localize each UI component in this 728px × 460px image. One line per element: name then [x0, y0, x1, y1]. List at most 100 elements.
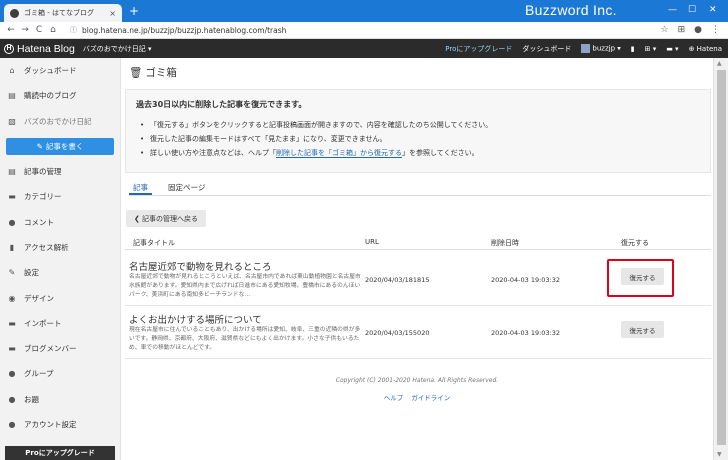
document-icon: ▤ — [8, 167, 16, 177]
table-header: 記事タイトル URL 削除日時 復元する — [125, 236, 711, 250]
tab-close-icon[interactable]: × — [109, 9, 116, 18]
notice-line: 「復元する」ボタンをクリックすると記事投稿画面が開きますので、内容を確認したのち… — [136, 118, 700, 132]
sidebar-item-members[interactable]: ▬ ブログメンバー — [0, 336, 120, 361]
article-title: 名古屋近郊で動物を見れるところ — [129, 262, 272, 273]
article-title: よくお出かけする場所について — [129, 315, 262, 326]
article-url: 2020/04/03/181815 — [365, 276, 430, 284]
tab-articles[interactable]: 記事 — [129, 180, 152, 195]
notice-line: 復元した記事の編集モードはすべて「見たまま」になり、変更できません。 — [136, 132, 700, 146]
brand-watermark: Buzzword Inc. — [525, 2, 617, 18]
sidebar-item-label: アクセス解析 — [24, 242, 69, 252]
sidebar-item-label: カテゴリー — [24, 192, 62, 202]
sidebar: ⌂ ダッシュボード ▤ 購読中のブログ ▧ バズのおでかけ日記 ✎ 記事を書く ▤ 記事の… — [0, 58, 121, 460]
url-field[interactable]: ⓘ blog.hatena.ne.jp/buzzjp/buzzjp.hatena… — [70, 25, 661, 35]
sidebar-item-label: 購読中のブログ — [24, 91, 77, 101]
home-icon: ⌂ — [9, 66, 15, 76]
url-text: blog.hatena.ne.jp/buzzjp/buzzjp.hatenabl… — [82, 25, 287, 35]
footer-link-help[interactable]: ヘルプ — [384, 392, 404, 402]
maximize-icon[interactable]: ☐ — [688, 5, 696, 15]
hatena-link[interactable]: ⊕ Hatena — [689, 45, 722, 53]
sidebar-item-label: バズのおでかけ日記 — [24, 116, 92, 126]
home-icon[interactable]: ⌂ — [46, 25, 60, 35]
content-tabs: 記事 固定ページ — [129, 180, 711, 196]
apps-icon[interactable]: ⊞ ▾ — [645, 45, 657, 53]
notice-heading: 過去30日以内に削除した記事を復元できます。 — [136, 100, 307, 109]
sidebar-item-topics[interactable]: ● お題 — [0, 387, 120, 412]
sidebar-item-import[interactable]: ▬ インポート — [0, 311, 120, 336]
close-window-icon[interactable]: ✕ — [709, 5, 717, 15]
list-icon: ▤ — [8, 91, 16, 101]
folder-icon: ▬ — [8, 192, 16, 202]
sidebar-item-label: 記事の管理 — [24, 167, 62, 177]
scroll-down-icon[interactable]: ▼ — [717, 451, 722, 458]
extension-icon[interactable]: ⊞ — [678, 25, 686, 35]
back-icon[interactable]: ← — [4, 25, 18, 35]
menu-icon[interactable]: ⋮ — [711, 25, 720, 35]
notice-box: 過去30日以内に削除した記事を復元できます。 「復元する」ボタンをクリックすると… — [125, 89, 711, 173]
message-icon[interactable]: ▬ ▾ — [666, 45, 678, 53]
browser-tab[interactable]: ゴミ箱 - はてなブログ × — [4, 4, 122, 22]
page-title: 🗑 ゴミ箱 — [129, 65, 177, 80]
dashboard-link[interactable]: ダッシュボード — [522, 44, 571, 54]
write-article-button[interactable]: ✎ 記事を書く — [6, 137, 114, 155]
copyright: Copyright (C) 2001-2020 Hatena. All Righ… — [335, 377, 499, 384]
table-row: よくお出かけする場所について 現在名古屋市に住んでいることもあり、出かける場所は… — [125, 307, 711, 359]
user-menu[interactable]: buzzjp ▾ — [581, 44, 621, 53]
footer-link-guidelines[interactable]: ガイドライン — [411, 392, 450, 402]
pro-upgrade-link[interactable]: Proにアップグレード — [445, 44, 512, 54]
sidebar-item-analytics[interactable]: ▮ アクセス解析 — [0, 235, 120, 260]
sidebar-item-account[interactable]: ● アカウント設定 — [0, 412, 120, 437]
minimize-icon[interactable]: — — [668, 5, 677, 15]
blog-icon: ▧ — [8, 116, 16, 126]
group-icon: ● — [8, 369, 16, 379]
reload-icon[interactable]: C — [32, 25, 46, 35]
restore-button[interactable]: 復元する — [621, 321, 664, 338]
notice-line: 詳しい使い方や注意点などは、ヘルプ「削除した記事を「ゴミ箱」から復元する」を参照… — [136, 146, 700, 160]
bookmark-icon[interactable]: ▮ — [631, 45, 635, 53]
column-restore: 復元する — [621, 239, 649, 247]
article-excerpt: 名古屋近郊で動物が見れるところといえば、名古屋市内であれば東山動植物園と名古屋市… — [129, 274, 361, 298]
sidebar-item-articles[interactable]: ▤ 記事の管理 — [0, 159, 120, 184]
sidebar-item-comments[interactable]: ● コメント — [0, 209, 120, 234]
sidebar-item-dashboard[interactable]: ⌂ ダッシュボード — [0, 58, 120, 83]
help-link[interactable]: 削除した記事を「ゴミ箱」から復元する — [276, 149, 402, 158]
scrollbar-thumb[interactable] — [717, 70, 726, 445]
comment-icon: ● — [8, 217, 16, 227]
column-url: URL — [365, 238, 379, 246]
sidebar-item-label: アカウント設定 — [24, 420, 77, 429]
sidebar-item-label: グループ — [24, 369, 54, 379]
forward-icon[interactable]: → — [18, 25, 32, 35]
hatena-blog-logo[interactable]: H Hatena Blog — [4, 43, 75, 55]
pencil-icon: ✎ — [36, 141, 43, 151]
scrollbar[interactable]: ▲ ▼ — [713, 58, 728, 460]
members-icon: ▬ — [8, 344, 16, 354]
info-icon[interactable]: ⓘ — [70, 25, 77, 35]
sidebar-item-settings[interactable]: ✎ 設定 — [0, 260, 120, 285]
back-to-articles-button[interactable]: ❮ 記事の管理へ戻る — [126, 210, 206, 227]
import-icon: ▬ — [8, 318, 16, 328]
pro-upgrade-button[interactable]: Proにアップグレード — [5, 446, 115, 460]
blog-selector[interactable]: バズのおでかけ日記 ▾ — [83, 44, 152, 54]
scroll-up-icon[interactable]: ▲ — [717, 60, 722, 67]
write-button-label: 記事を書く — [45, 141, 84, 151]
column-title: 記事タイトル — [133, 239, 175, 247]
star-icon[interactable]: ☆ — [661, 25, 669, 35]
sidebar-item-blog[interactable]: ▧ バズのおでかけ日記 — [0, 109, 120, 134]
palette-icon: ◉ — [8, 293, 16, 303]
sidebar-item-label: コメント — [24, 217, 54, 227]
sidebar-item-design[interactable]: ◉ デザイン — [0, 285, 120, 310]
account-icon[interactable]: ● — [694, 25, 702, 35]
sidebar-item-groups[interactable]: ● グループ — [0, 361, 120, 386]
column-deleted-at: 削除日時 — [491, 239, 519, 247]
sidebar-item-subscriptions[interactable]: ▤ 購読中のブログ — [0, 83, 120, 108]
new-tab-button[interactable]: + — [129, 4, 139, 18]
sidebar-item-label: 設定 — [24, 268, 39, 278]
topic-icon: ● — [8, 394, 16, 404]
sidebar-item-categories[interactable]: ▬ カテゴリー — [0, 184, 120, 209]
wrench-icon: ✎ — [8, 268, 16, 278]
sidebar-item-label: お題 — [24, 394, 39, 404]
deleted-at: 2020-04-03 19:03:32 — [491, 276, 561, 284]
tab-static-pages[interactable]: 固定ページ — [164, 180, 209, 195]
notice-text: 詳しい使い方や注意点などは、ヘルプ「 — [150, 149, 276, 157]
sidebar-item-label: ブログメンバー — [24, 344, 77, 354]
